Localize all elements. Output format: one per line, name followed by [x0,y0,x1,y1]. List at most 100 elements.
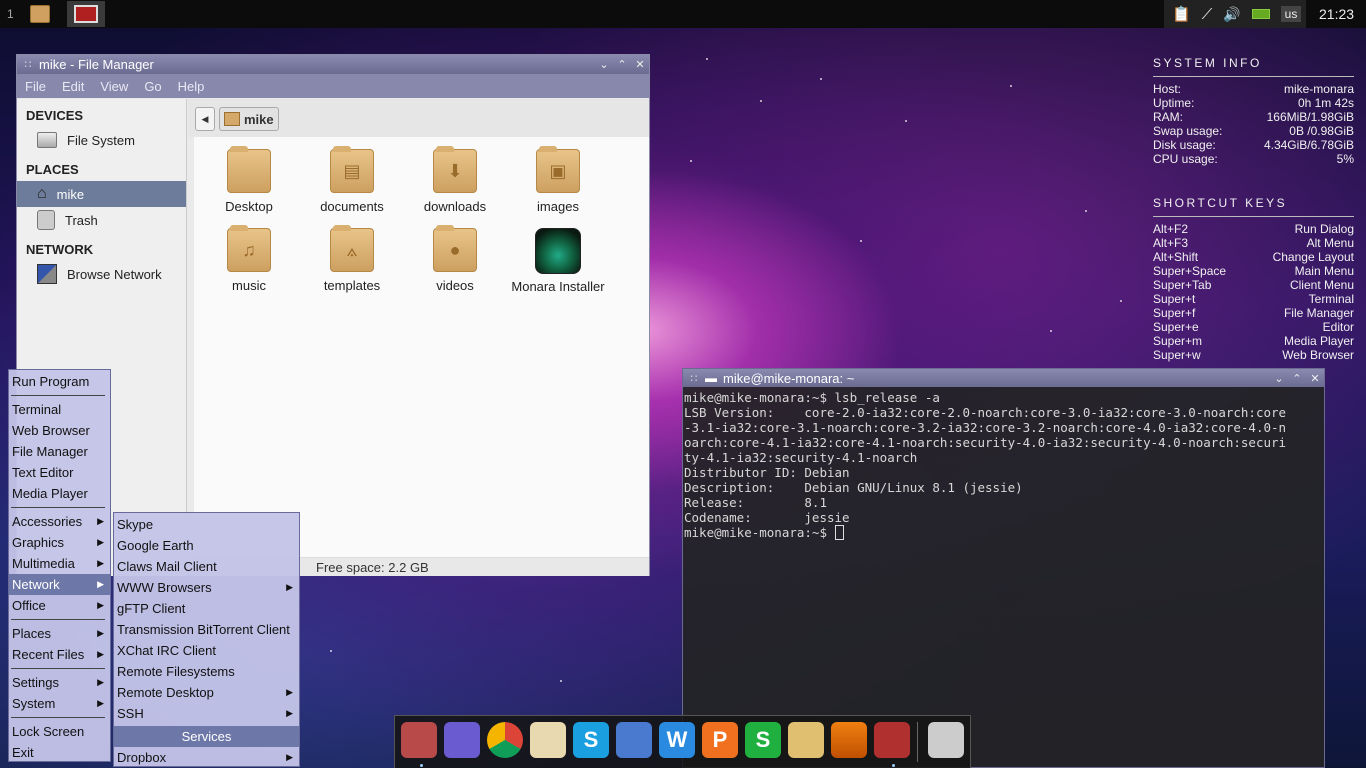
menu-item-settings[interactable]: Settings ▶ [9,672,110,693]
menu-item-accessories[interactable]: Accessories ▶ [9,511,110,532]
maximize-icon[interactable]: ⌃ [1288,372,1306,385]
sidebar-item-label: mike [56,186,85,202]
network-icon[interactable]: ⟋ [1202,6,1213,23]
menu-item-terminal[interactable]: Terminal [9,399,110,420]
battery-icon[interactable] [1251,9,1270,19]
window-grip-icon[interactable]: ∷ [683,372,705,385]
terminal-titlebar[interactable]: ∷ ▬ mike@mike-monara: ~ ⌄ ⌃ ✕ [683,369,1324,387]
terminal-prompt-line[interactable]: mike@mike-monara:~$ [684,525,1323,540]
clock[interactable]: 21:23 [1319,6,1354,22]
folder-music[interactable]: ♫ music [197,225,301,293]
trash-icon [37,210,55,230]
folder-images[interactable]: ▣ images [506,146,610,214]
trash-icon[interactable] [928,722,964,758]
taskbar-file-manager[interactable] [21,1,59,27]
menu-item-exit[interactable]: Exit [9,742,110,763]
keyboard-layout-indicator[interactable]: us [1280,6,1302,22]
menu-item-skype[interactable]: Skype [114,514,299,535]
back-button[interactable]: ◀ [195,107,215,131]
minimize-icon[interactable]: ⌄ [1270,372,1288,385]
maximize-icon[interactable]: ⌃ [613,58,631,71]
sidebar-item-file-system[interactable]: File System [17,127,186,153]
folder-desktop[interactable]: Desktop [197,146,301,214]
menu-item-media-player[interactable]: Media Player [9,483,110,504]
menu-item-network[interactable]: Network ▶ [9,574,110,595]
taskbar-terminal[interactable] [67,1,105,27]
wallpaper-star [690,160,692,162]
wps-spreadsheet-icon[interactable]: S [745,722,781,758]
close-icon[interactable]: ✕ [1306,372,1324,385]
folder-downloads[interactable]: ⬇ downloads [403,146,507,214]
menu-edit[interactable]: Edit [62,79,84,94]
window-grip-icon[interactable]: ∷ [17,58,39,71]
menu-item-gftp-client[interactable]: gFTP Client [114,598,299,619]
dock-separator [917,722,918,762]
wallpaper-star [560,680,562,682]
terminal-line: -3.1-ia32:core-3.1-noarch:core-3.2-ia32:… [684,420,1287,435]
volume-icon[interactable]: 🔊 [1223,6,1240,23]
path-button-home[interactable]: mike [219,107,279,131]
menu-item-google-earth[interactable]: Google Earth [114,535,299,556]
file-label: Monara Installer [511,279,605,294]
menu-item-graphics[interactable]: Graphics ▶ [9,532,110,553]
menu-go[interactable]: Go [144,79,161,94]
paint-icon[interactable] [788,722,824,758]
wps-presentation-icon[interactable]: P [702,722,738,758]
hard-drive-icon [37,132,57,148]
window-title: mike@mike-monara: ~ [723,370,855,386]
clipboard-icon[interactable]: 📋 [1172,5,1191,23]
file-manager-titlebar[interactable]: ∷ mike - File Manager ⌄ ⌃ ✕ [17,55,649,74]
terminal-window: ∷ ▬ mike@mike-monara: ~ ⌄ ⌃ ✕ mike@mike-… [682,368,1325,768]
vlc-icon[interactable] [831,722,867,758]
terminal-icon[interactable] [874,722,910,758]
system-info-row: Disk usage: 4.34GiB/6.78GiB [1153,138,1354,152]
folder-documents[interactable]: ▤ documents [300,146,404,214]
menu-item-office[interactable]: Office ▶ [9,595,110,616]
menu-file[interactable]: File [25,79,46,94]
sidebar-item-trash[interactable]: Trash [17,207,186,233]
menu-item-www-browsers[interactable]: WWW Browsers ▶ [114,577,299,598]
menu-item-lock-screen[interactable]: Lock Screen [9,721,110,742]
sidebar-item-browse-network[interactable]: Browse Network [17,261,186,287]
menu-item-places[interactable]: Places ▶ [9,623,110,644]
chrome-icon[interactable] [487,722,523,758]
menu-item-transmission-bittorrent-client[interactable]: Transmission BitTorrent Client [114,619,299,640]
shortcut-action: File Manager [1283,306,1354,320]
menu-item-label: Dropbox [117,750,167,765]
wps-writer-icon[interactable]: W [659,722,695,758]
menu-item-system[interactable]: System ▶ [9,693,110,714]
menu-item-xchat-irc-client[interactable]: XChat IRC Client [114,640,299,661]
menu-item-dropbox[interactable]: Dropbox ▶ [114,747,299,768]
system-info-value: 4.34GiB/6.78GiB [1263,138,1354,152]
menu-help[interactable]: Help [178,79,205,94]
terminal-output[interactable]: mike@mike-monara:~$ lsb_release -a LSB Ve… [683,387,1324,543]
tile-manager-icon[interactable] [401,722,437,758]
mail-icon[interactable] [530,722,566,758]
menu-separator [9,616,110,623]
menu-item-file-manager[interactable]: File Manager [9,441,110,462]
home-folder-icon [224,112,240,126]
menu-item-ssh[interactable]: SSH ▶ [114,703,299,724]
minimize-icon[interactable]: ⌄ [595,58,613,71]
submenu-arrow-icon: ▶ [97,537,104,547]
menu-item-web-browser[interactable]: Web Browser [9,420,110,441]
skype-icon[interactable]: S [573,722,609,758]
menu-item-claws-mail-client[interactable]: Claws Mail Client [114,556,299,577]
menu-item-remote-filesystems[interactable]: Remote Filesystems [114,661,299,682]
workspace-indicator[interactable]: 1 [7,7,14,21]
system-info-row: CPU usage: 5% [1153,152,1354,166]
window-menu-icon[interactable]: ▬ [705,371,723,385]
menu-view[interactable]: View [100,79,128,94]
close-icon[interactable]: ✕ [631,58,649,71]
terminal-line: Codename: jessie [684,510,850,525]
menu-item-run-program[interactable]: Run Program [9,371,110,392]
menu-item-recent-files[interactable]: Recent Files ▶ [9,644,110,665]
menu-item-remote-desktop[interactable]: Remote Desktop ▶ [114,682,299,703]
google-earth-icon[interactable] [616,722,652,758]
folder-templates[interactable]: ⟑ templates [300,225,404,293]
sidebar-item-home[interactable]: ⌂ mike [17,181,186,207]
menu-item-multimedia[interactable]: Multimedia ▶ [9,553,110,574]
file-monara-installer[interactable]: Monara Installer [490,228,626,294]
firefox-icon[interactable] [444,722,480,758]
menu-item-text-editor[interactable]: Text Editor [9,462,110,483]
